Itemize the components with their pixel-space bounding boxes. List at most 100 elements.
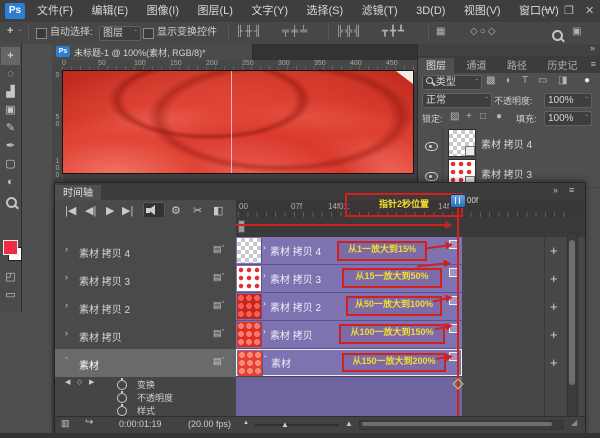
panel-menu-icon[interactable]: ≡	[591, 59, 596, 69]
stopwatch-icon[interactable]	[117, 380, 127, 390]
zoom-out-mountain-icon[interactable]: ▲	[243, 420, 249, 426]
render-video-icon[interactable]: ↪	[85, 417, 93, 428]
expand-chevron-icon[interactable]: ›	[65, 272, 68, 282]
align-vertical-centers-icon[interactable]: ╤╪╧	[282, 26, 309, 37]
expand-chevron-icon[interactable]: ›	[65, 300, 68, 310]
track-options-icon[interactable]: ▤ˇ	[213, 356, 225, 367]
auto-select-dropdown[interactable]: 图层 ˇ	[99, 26, 141, 41]
add-media-button[interactable]: +	[550, 327, 558, 342]
lock-transparency-icon[interactable]: ▨	[450, 111, 461, 122]
next-frame-button[interactable]: ▶|	[122, 204, 133, 217]
timeline-zoom-slider[interactable]: ▲	[255, 424, 339, 426]
menu-image[interactable]: 图像(I)	[140, 0, 186, 22]
track-header[interactable]: › 素材 拷贝 3 ▤ˇ	[55, 265, 236, 294]
menu-type[interactable]: 文字(Y)	[244, 0, 295, 22]
eyedropper-tool[interactable]: ◐	[1, 173, 20, 191]
lock-image-icon[interactable]: +	[466, 111, 474, 122]
track-header-selected[interactable]: ˇ 素材 ▤ˇ	[55, 349, 236, 378]
track-options-icon[interactable]: ▤ˇ	[213, 272, 225, 283]
track-options-icon[interactable]: ▤ˇ	[213, 244, 225, 255]
playhead-marker[interactable]	[450, 194, 466, 208]
track-header[interactable]: › 素材 拷贝 4 ▤ˇ	[55, 237, 236, 266]
foreground-color-swatch[interactable]	[3, 240, 18, 255]
filter-pixel-layers-icon[interactable]: ▩	[486, 75, 497, 86]
add-media-button[interactable]: +	[550, 271, 558, 286]
collapse-chevron-icon[interactable]: ˇ	[65, 356, 68, 366]
track-options-icon[interactable]: ▤ˇ	[213, 300, 225, 311]
vertical-scrollbar[interactable]	[567, 233, 578, 418]
add-media-button[interactable]: +	[550, 355, 558, 370]
maximize-button[interactable]: ❐	[564, 4, 574, 17]
clip-chevron-icon[interactable]: ›	[263, 327, 266, 336]
track-header[interactable]: › 素材 拷贝 2 ▤ˇ	[55, 293, 236, 322]
timeline-menu-icon[interactable]: ≡	[569, 185, 574, 195]
resize-grip-icon[interactable]: ◢	[571, 418, 577, 427]
previous-keyframe-icon[interactable]: ◀	[65, 378, 70, 386]
filter-shape-layers-icon[interactable]: ▭	[538, 75, 549, 86]
timeline-collapse-icon[interactable]: »	[553, 185, 558, 195]
expand-chevron-icon[interactable]: ›	[65, 328, 68, 338]
layer-thumbnail[interactable]	[448, 129, 476, 157]
stopwatch-icon[interactable]	[117, 406, 127, 416]
zoom-in-mountain-icon[interactable]: ▲	[345, 419, 353, 428]
filter-adjustment-layers-icon[interactable]: ◑	[504, 75, 512, 86]
layer-name[interactable]: 素材 拷贝 3	[481, 166, 532, 181]
work-area-start-handle[interactable]	[238, 220, 245, 233]
auto-align-icon[interactable]: ▦	[436, 26, 447, 37]
guide-line[interactable]	[231, 71, 232, 173]
zoom-slider-thumb[interactable]: ▲	[281, 420, 289, 429]
transition-icon[interactable]: ◧	[213, 204, 223, 217]
lock-position-icon[interactable]: □	[480, 111, 488, 122]
menu-window[interactable]: 窗口(W)	[512, 0, 566, 22]
layer-row[interactable]: 素材 拷贝 4	[418, 127, 600, 158]
horizontal-scrollbar[interactable]	[359, 420, 563, 430]
track-header[interactable]: › 素材 拷贝 ▤ˇ	[55, 321, 236, 350]
play-button[interactable]: ▶	[106, 204, 114, 217]
split-clip-scissors-icon[interactable]: ✂	[193, 204, 202, 217]
first-frame-button[interactable]: |◀	[65, 204, 76, 217]
zoom-tool[interactable]	[6, 195, 17, 213]
add-keyframe-diamond-icon[interactable]: ◇	[77, 378, 82, 386]
menu-filter[interactable]: 滤镜(T)	[355, 0, 405, 22]
property-row-style[interactable]: 样式	[55, 403, 236, 417]
track-options-icon[interactable]: ▤ˇ	[213, 328, 225, 339]
opacity-dropdown[interactable]: 100% ˇ	[544, 93, 592, 108]
menu-layer[interactable]: 图层(L)	[190, 0, 239, 22]
menu-edit[interactable]: 编辑(E)	[85, 0, 136, 22]
healing-brush-tool[interactable]: ▟	[1, 83, 20, 101]
filter-toggle-icon[interactable]: ●	[584, 75, 592, 86]
expand-chevron-icon[interactable]: ›	[65, 244, 68, 254]
layer-name[interactable]: 素材 拷贝 4	[481, 136, 532, 151]
menu-3d[interactable]: 3D(D)	[409, 0, 452, 22]
next-keyframe-icon[interactable]: ▶	[89, 378, 94, 386]
search-icon[interactable]	[552, 30, 563, 41]
auto-select-checkbox[interactable]	[36, 28, 47, 39]
screen-mode-icon[interactable]: ▭	[1, 286, 20, 304]
property-row-opacity[interactable]: 不透明度	[55, 390, 236, 404]
minimize-button[interactable]: ─	[543, 4, 551, 16]
filter-type-layers-icon[interactable]: T	[522, 75, 530, 86]
shape-tool[interactable]: ▢	[1, 155, 20, 173]
clip-chevron-icon[interactable]: ›	[263, 299, 266, 308]
fill-dropdown[interactable]: 100% ˇ	[544, 111, 592, 126]
collapse-panels-icon[interactable]: »	[590, 43, 595, 53]
visibility-eye-icon[interactable]	[425, 142, 438, 151]
quick-mask-icon[interactable]: ◰	[1, 268, 20, 286]
visibility-eye-icon[interactable]	[425, 172, 438, 181]
menu-view[interactable]: 视图(V)	[457, 0, 508, 22]
distribute-vertical-icon[interactable]: ┳╋┻	[382, 26, 406, 37]
previous-frame-button[interactable]: ◀|	[85, 204, 96, 217]
scrollbar-thumb[interactable]	[362, 422, 552, 426]
timeline-settings-gear-icon[interactable]: ⚙	[171, 204, 181, 217]
menu-select[interactable]: 选择(S)	[300, 0, 351, 22]
clip-chevron-icon[interactable]: ˇ	[264, 355, 267, 364]
show-transform-checkbox[interactable]	[143, 28, 154, 39]
frame-view-icon[interactable]: ▥	[61, 418, 70, 429]
add-media-button[interactable]: +	[550, 243, 558, 258]
add-media-button[interactable]: +	[550, 299, 558, 314]
align-left-edges-icon[interactable]: ╟╫╢	[236, 26, 263, 37]
move-tool[interactable]: +	[1, 47, 20, 65]
close-button[interactable]: ✕	[585, 4, 594, 17]
canvas-image[interactable]	[62, 70, 414, 174]
clip-chevron-icon[interactable]: ›	[263, 243, 266, 252]
